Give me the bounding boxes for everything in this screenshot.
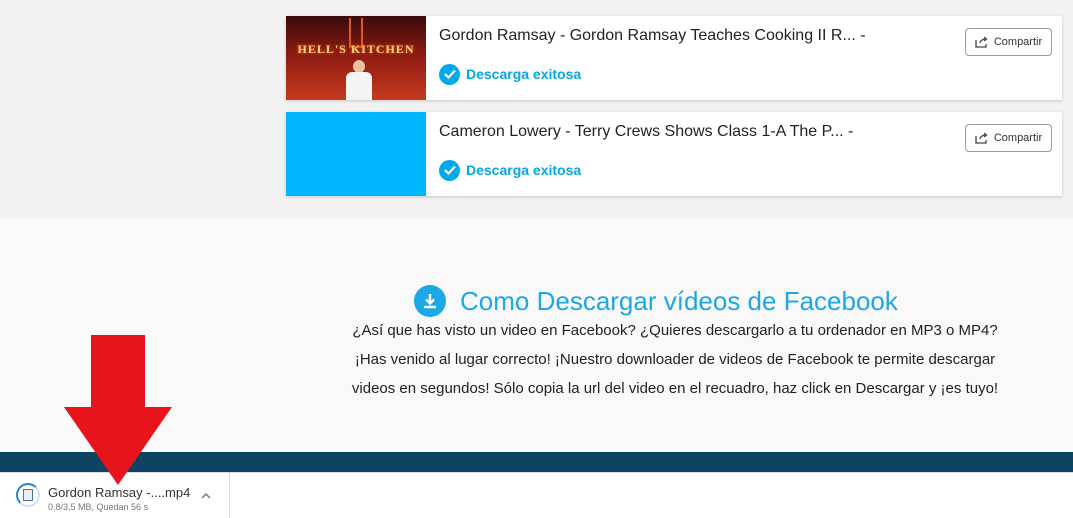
share-label: Compartir — [993, 132, 1043, 144]
thumbnail-sign: HELL'S KITCHEN — [297, 42, 415, 56]
video-title: Cameron Lowery - Terry Crews Shows Class… — [439, 123, 854, 140]
chevron-up-icon[interactable] — [198, 487, 214, 503]
download-status: Descarga exitosa — [439, 63, 581, 85]
status-text: Descarga exitosa — [466, 162, 582, 178]
video-thumbnail[interactable] — [286, 112, 426, 196]
check-circle-icon — [439, 63, 460, 85]
share-button[interactable]: Compartir — [965, 124, 1052, 152]
video-title: Gordon Ramsay - Gordon Ramsay Teaches Co… — [439, 27, 866, 44]
download-status: Descarga exitosa — [439, 159, 581, 181]
results-area: HELL'S KITCHEN Gordon Ramsay - Gordon Ra… — [0, 0, 1073, 218]
description-line: ¿Así que has visto un video en Facebook?… — [352, 322, 998, 339]
share-icon — [975, 36, 988, 48]
share-button[interactable]: Compartir — [965, 28, 1052, 56]
description-line: videos en segundos! Sólo copia la url de… — [351, 380, 999, 397]
download-progress: 0,8/3,5 MB, Quedan 56 s — [48, 502, 149, 512]
red-arrow-annotation — [64, 335, 172, 485]
share-label: Compartir — [993, 36, 1043, 48]
download-card: HELL'S KITCHEN Gordon Ramsay - Gordon Ra… — [286, 16, 1062, 100]
file-icon — [16, 483, 40, 507]
share-icon — [975, 132, 988, 144]
chef-figure — [344, 60, 374, 100]
download-file-name: Gordon Ramsay -....mp4 — [48, 485, 191, 500]
description-line: ¡Has venido al lugar correcto! ¡Nuestro … — [354, 351, 996, 368]
check-circle-icon — [439, 159, 460, 181]
status-text: Descarga exitosa — [466, 66, 582, 82]
howto-title: Como Descargar vídeos de Facebook — [460, 285, 898, 316]
download-icon — [414, 285, 446, 317]
howto-description: ¿Así que has visto un video en Facebook?… — [320, 316, 1030, 403]
howto-heading: Como Descargar vídeos de Facebook — [414, 284, 898, 318]
video-thumbnail[interactable]: HELL'S KITCHEN — [286, 16, 426, 100]
download-card: Cameron Lowery - Terry Crews Shows Class… — [286, 112, 1062, 196]
